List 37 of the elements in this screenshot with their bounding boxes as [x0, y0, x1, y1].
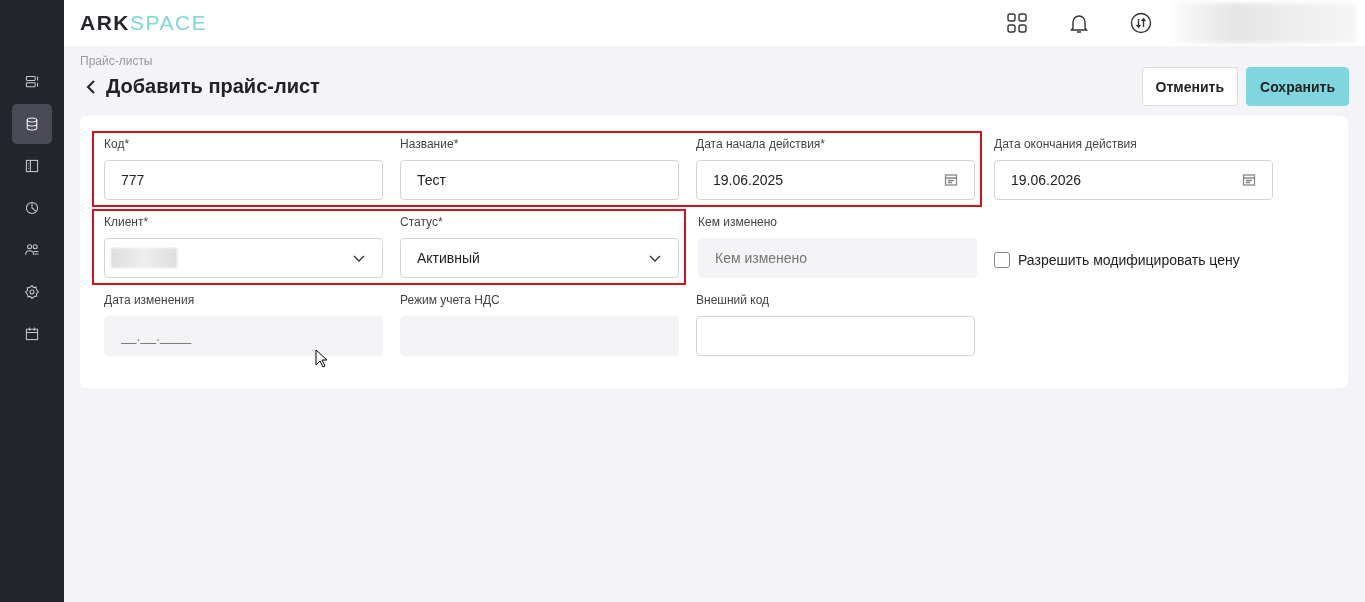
users-icon — [24, 242, 40, 258]
book-icon — [24, 158, 40, 174]
calendar-icon[interactable] — [944, 173, 958, 187]
date-field[interactable]: 19.06.2026 — [994, 160, 1273, 200]
select-field[interactable] — [104, 238, 383, 278]
chart-icon — [24, 200, 40, 216]
field-label: Название* — [400, 137, 460, 151]
checkbox[interactable] — [994, 252, 1010, 268]
page-title: Добавить прайс-лист — [106, 75, 320, 98]
date-field[interactable]: 19.06.2025 — [696, 160, 975, 200]
cursor-icon — [315, 349, 329, 369]
cancel-button[interactable]: Отменить — [1141, 67, 1239, 106]
field-label: Клиент* — [104, 215, 150, 229]
field-label: Дата изменения — [104, 293, 196, 307]
input-field[interactable]: 777 — [104, 160, 383, 200]
field-label: Режим учета НДС — [400, 293, 501, 307]
calendar-icon[interactable] — [1242, 173, 1256, 187]
field-label: Внешний код — [696, 293, 771, 307]
list-icon — [24, 74, 40, 90]
save-button[interactable]: Сохранить — [1246, 67, 1349, 106]
calendar-icon — [24, 326, 40, 342]
select-field[interactable]: Активный — [400, 238, 679, 278]
field-label: Статус* — [400, 215, 444, 229]
field-label: Дата начала действия* — [696, 137, 826, 151]
database-icon — [24, 116, 40, 132]
field-label: Кем изменено — [698, 215, 778, 229]
sidebar-item[interactable] — [12, 104, 52, 144]
input-field[interactable] — [696, 316, 975, 356]
checkbox-label: Разрешить модифицировать цену — [1018, 252, 1240, 268]
field-label: Код* — [104, 137, 131, 151]
input-field[interactable]: Тест — [400, 160, 679, 200]
field-label: Дата окончания действия — [994, 137, 1138, 151]
back-icon[interactable] — [84, 78, 98, 95]
logo: ARKSPACE — [80, 11, 208, 35]
grid-icon[interactable] — [1005, 11, 1029, 35]
gear-icon — [24, 284, 40, 300]
swap-icon[interactable] — [1129, 11, 1153, 35]
